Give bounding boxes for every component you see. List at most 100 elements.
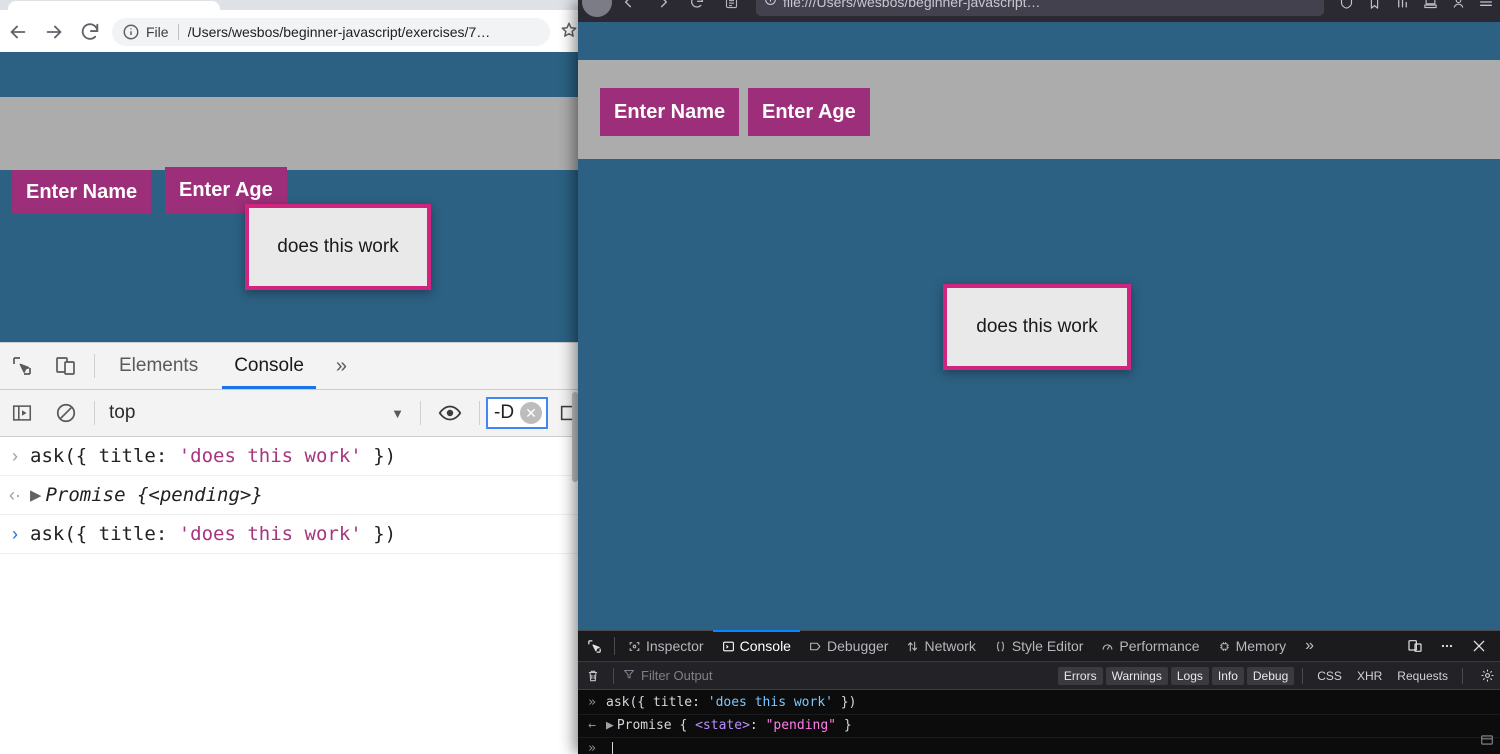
tab-console[interactable]: Console	[713, 631, 800, 661]
chrome-devtools-tabbar: Elements Console »	[0, 343, 580, 390]
editor-mode-icon[interactable]	[1480, 733, 1494, 752]
console-filter-input[interactable]: Filter Output	[619, 667, 1058, 685]
reader-mode-icon[interactable]	[714, 0, 748, 18]
tab-label: Style Editor	[1012, 638, 1084, 654]
page-identity-icon	[764, 0, 777, 11]
responsive-design-mode-icon[interactable]	[1400, 631, 1430, 661]
funnel-filter-icon	[623, 667, 635, 685]
show-console-sidebar-icon[interactable]	[0, 390, 44, 436]
inspector-icon	[628, 640, 641, 653]
library-icon[interactable]	[1388, 0, 1416, 16]
tab-label: Inspector	[646, 638, 704, 654]
bookmark-icon[interactable]	[1360, 0, 1388, 16]
more-options-icon[interactable]	[1432, 631, 1462, 661]
filter-xhr-button[interactable]: XHR	[1351, 667, 1388, 685]
close-icon[interactable]	[1464, 631, 1494, 661]
filter-errors-button[interactable]: Errors	[1058, 667, 1103, 685]
performance-icon	[1101, 640, 1114, 653]
enter-name-button[interactable]: Enter Name	[600, 88, 739, 136]
tab-memory[interactable]: Memory	[1209, 631, 1296, 661]
omnibox-scheme-label: File	[146, 24, 169, 40]
clear-console-icon[interactable]	[44, 390, 88, 436]
console-filter-input[interactable]: -D ✕	[486, 397, 548, 429]
console-row-code: ask({ title: 'does this work' })	[30, 444, 396, 468]
filter-info-button[interactable]: Info	[1212, 667, 1244, 685]
console-row[interactable]: › ask({ title: 'does this work' })	[0, 437, 580, 476]
tab-elements[interactable]: Elements	[101, 343, 216, 389]
console-row-gutter: ‹·	[0, 483, 30, 507]
chevron-double-right-icon[interactable]: »	[322, 343, 361, 389]
page-gray-bar	[0, 97, 580, 170]
downloads-icon[interactable]	[1416, 0, 1444, 16]
element-picker-icon[interactable]	[578, 631, 610, 661]
chevron-double-right-icon[interactable]: »	[1295, 631, 1324, 661]
tab-debugger[interactable]: Debugger	[800, 631, 898, 661]
firefox-console-filterbar: Filter Output Errors Warnings Logs Info …	[578, 662, 1500, 690]
back-arrow-icon[interactable]	[0, 14, 36, 50]
inspect-element-icon[interactable]	[0, 343, 44, 389]
account-icon[interactable]	[1444, 0, 1472, 16]
console-row[interactable]: › ask({ title: 'does this work' })	[0, 515, 580, 554]
gear-settings-icon[interactable]	[1474, 668, 1500, 683]
tab-label: Debugger	[827, 638, 889, 654]
console-prompt-gutter: »	[578, 739, 606, 754]
tab-network[interactable]: Network	[897, 631, 984, 661]
tab-performance[interactable]: Performance	[1092, 631, 1208, 661]
filter-requests-button[interactable]: Requests	[1391, 667, 1454, 685]
screen: File /Users/wesbos/beginner-javascript/e…	[0, 0, 1500, 754]
tracking-protection-shield-icon[interactable]	[1332, 0, 1360, 16]
console-row-gutter: ›	[0, 522, 30, 546]
firefox-url-text[interactable]: file:///Users/wesbos/beginner-javascript…	[783, 0, 1041, 10]
filter-logs-button[interactable]: Logs	[1171, 667, 1209, 685]
firefox-url-bar[interactable]: file:///Users/wesbos/beginner-javascript…	[756, 0, 1324, 16]
chrome-omnibox[interactable]: File /Users/wesbos/beginner-javascript/e…	[112, 18, 550, 46]
console-level-filters: Errors Warnings Logs Info Debug CSS XHR …	[1058, 667, 1474, 685]
omnibox-url-text[interactable]: /Users/wesbos/beginner-javascript/exerci…	[188, 24, 491, 40]
chrome-console-output[interactable]: › ask({ title: 'does this work' }) ‹· ▶P…	[0, 437, 580, 554]
filter-css-button[interactable]: CSS	[1311, 667, 1348, 685]
enter-name-button[interactable]: Enter Name	[12, 170, 151, 214]
context-selector[interactable]: top ▼	[101, 402, 414, 424]
disclosure-triangle-icon[interactable]: ▶	[606, 718, 614, 733]
back-arrow-icon[interactable]	[612, 0, 646, 18]
console-input-prompt[interactable]: »	[578, 738, 1500, 754]
prompt-dialog[interactable]: does this work	[943, 284, 1131, 370]
profile-avatar-icon[interactable]	[582, 0, 612, 17]
filter-warnings-button[interactable]: Warnings	[1106, 667, 1168, 685]
network-icon	[906, 640, 919, 653]
chrome-devtools-panel: Elements Console » top ▼	[0, 342, 580, 754]
console-row[interactable]: » ask({ title: 'does this work' })	[578, 692, 1500, 715]
tab-style-editor[interactable]: Style Editor	[985, 631, 1093, 661]
live-expression-eye-icon[interactable]	[427, 401, 473, 425]
bookmark-star-icon[interactable]	[560, 21, 580, 44]
disclosure-triangle-icon[interactable]: ▶	[30, 484, 41, 506]
firefox-console-output[interactable]: » ask({ title: 'does this work' }) ← ▶Pr…	[578, 690, 1500, 754]
tab-label: Console	[740, 638, 791, 654]
console-row[interactable]: ← ▶Promise { <state>: "pending" }	[578, 715, 1500, 738]
reload-icon[interactable]	[72, 14, 108, 50]
forward-arrow-icon[interactable]	[36, 14, 72, 50]
firefox-nav-row: file:///Users/wesbos/beginner-javascript…	[578, 0, 1500, 20]
toolbar-divider	[94, 354, 95, 378]
console-row-output[interactable]: ▶Promise {<pending>}	[30, 483, 263, 507]
console-row[interactable]: ‹· ▶Promise {<pending>}	[0, 476, 580, 515]
filter-debug-button[interactable]: Debug	[1247, 667, 1294, 685]
console-row-gutter: ←	[578, 716, 606, 736]
tab-inspector[interactable]: Inspector	[619, 631, 713, 661]
tab-console[interactable]: Console	[216, 343, 322, 389]
hamburger-menu-icon[interactable]	[1472, 0, 1500, 16]
console-prompt-field[interactable]	[606, 739, 613, 754]
firefox-devtools-panel: Inspector Console Debugger	[578, 630, 1500, 754]
toolbar-divider	[1462, 668, 1463, 684]
clear-console-icon[interactable]	[578, 669, 608, 683]
enter-age-button[interactable]: Enter Age	[748, 88, 870, 136]
reload-icon[interactable]	[680, 0, 714, 18]
clear-input-icon[interactable]: ✕	[520, 402, 542, 424]
prompt-dialog-text: does this work	[277, 236, 398, 258]
style-editor-icon	[994, 640, 1007, 653]
console-row-output[interactable]: ▶Promise { <state>: "pending" }	[606, 716, 852, 736]
forward-arrow-icon[interactable]	[646, 0, 680, 18]
prompt-dialog[interactable]: does this work	[245, 204, 431, 290]
console-row-code: ask({ title: 'does this work' })	[30, 522, 396, 546]
device-toolbar-icon[interactable]	[44, 343, 88, 389]
